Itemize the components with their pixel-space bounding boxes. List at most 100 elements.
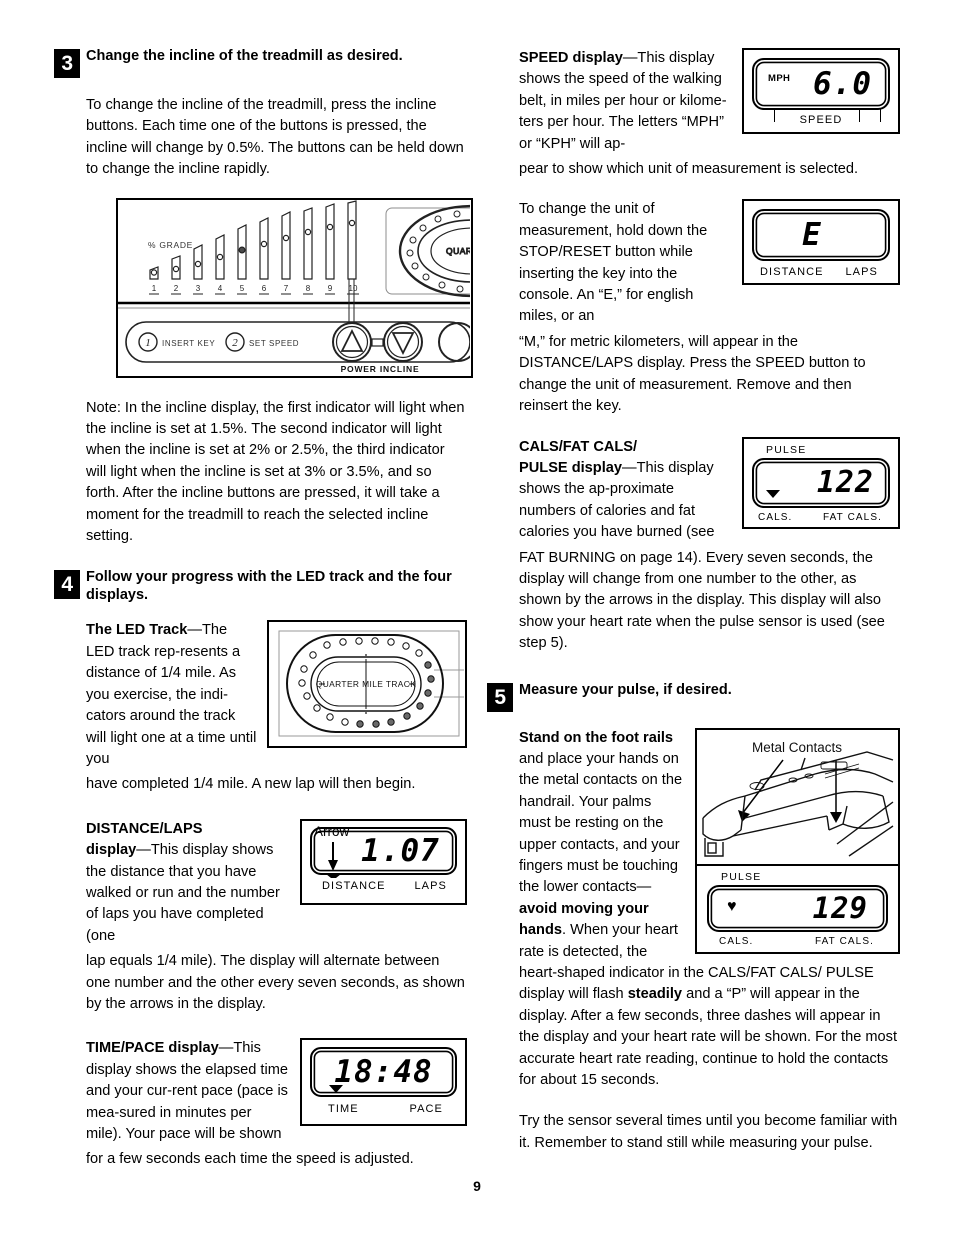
unit-change-distance-label: DISTANCE (760, 266, 824, 279)
speed-tick-far-right (879, 109, 881, 122)
unit-change-lcd: E DISTANCE LAPS (744, 201, 898, 280)
step-5-title: Measure your pulse, if desired. (519, 681, 732, 698)
svg-text:2: 2 (174, 284, 179, 293)
speed-dash: — (622, 50, 638, 66)
step-3-note: Note: In the incline display, the first … (86, 399, 465, 545)
time-pace-text-full: for a few seconds each time the speed is… (86, 1151, 414, 1168)
time-pace-section: 18:48 TIME PACE TIME/PACE display—This d… (86, 1038, 467, 1187)
cals-lcd: PULSE 122 CALS. FAT CALS. (744, 439, 898, 525)
pace-label: PACE (409, 1103, 443, 1116)
svg-text:1: 1 (152, 284, 157, 293)
time-pace-heading: TIME/PACE display (86, 1040, 219, 1057)
right-column: MPH 6.0 SPEED SPEED display—This display… (487, 48, 900, 1171)
speed-value: 6.0 (813, 66, 872, 102)
cals-text-full: FAT BURNING on page 14). Every seven sec… (519, 549, 885, 652)
pulse-lcd: PULSE ♥ 129 CALS. FAT CALS. (697, 866, 898, 949)
distance-laps-dash: — (136, 842, 151, 859)
led-track-text-wrap: The LED track rep-resents a distance of … (86, 622, 257, 767)
step-5-bold-steadily: steadily (627, 986, 683, 1003)
unit-change-value: E (802, 217, 822, 254)
step-5-bold-lead: Stand on the foot rails (519, 729, 674, 746)
svg-text:% GRADE: % GRADE (148, 240, 193, 250)
distance-laps-heading-1: DISTANCE/LAPS (86, 820, 203, 837)
pulse-figures: Metal Contacts PULSE ♥ 129 CALS. FAT CAL… (695, 727, 900, 954)
led-track-section: QUARTER MILE TRACK The LED Track—The LED… (86, 620, 467, 812)
unit-change-laps-label: LAPS (845, 266, 878, 279)
svg-text:7: 7 (284, 284, 289, 293)
svg-text:1: 1 (145, 337, 151, 349)
unit-change-section: E DISTANCE LAPS To change the unit of me… (519, 199, 900, 434)
cals-label: CALS. (758, 511, 793, 523)
led-track-svg: QUARTER MILE TRACK (278, 630, 464, 737)
time-pace-figure: 18:48 TIME PACE (300, 1038, 467, 1127)
cals-pulse-top-label: PULSE (766, 443, 807, 456)
time-pace-arrow-icon (329, 1085, 343, 1094)
step-3-body: To change the incline of the treadmill, … (86, 97, 464, 178)
svg-text:8: 8 (306, 284, 311, 293)
step-5-dash: — (636, 879, 652, 896)
speed-text-full: pear to show which unit of measurement i… (519, 161, 859, 178)
distance-laps-lcd: 1.07 Arrow DISTANCE LAPS (302, 821, 465, 894)
svg-text:5: 5 (240, 284, 245, 293)
distance-laps-figure: 1.07 Arrow DISTANCE LAPS (300, 818, 467, 905)
step-3-heading: 3 Change the incline of the treadmill as… (54, 48, 467, 78)
manual-page: 3 Change the incline of the treadmill as… (0, 0, 954, 1235)
speed-lcd: MPH 6.0 SPEED (744, 50, 898, 128)
led-track-heading: The LED Track (86, 622, 188, 639)
fat-cals-label: FAT CALS. (823, 511, 882, 523)
pulse-cals-label: CALS. (719, 935, 754, 947)
handrail-svg: Metal Contacts (702, 740, 894, 857)
pulse-section: Metal Contacts PULSE ♥ 129 CALS. FAT CAL… (519, 727, 900, 1092)
svg-text:SET SPEED: SET SPEED (249, 339, 299, 348)
led-track-dash: — (187, 622, 202, 639)
time-pace-lcd: 18:48 TIME PACE (302, 1040, 465, 1117)
step-3-number: 3 (54, 49, 80, 78)
step-5-heading: 5 Measure your pulse, if desired. (487, 682, 900, 712)
svg-text:POWER INCLINE: POWER INCLINE (341, 364, 420, 374)
svg-text:3: 3 (196, 284, 201, 293)
svg-text:4: 4 (218, 284, 223, 293)
laps-label: LAPS (414, 879, 447, 892)
arrow-callout-label: Arrow (314, 823, 350, 839)
left-column: 3 Change the incline of the treadmill as… (54, 48, 473, 1188)
speed-figure: MPH 6.0 SPEED (742, 48, 900, 134)
unit-change-figure: E DISTANCE LAPS (742, 199, 900, 286)
step-5-number: 5 (487, 682, 513, 712)
speed-tick-right (858, 109, 860, 122)
step-4-number: 4 (54, 570, 80, 600)
pulse-top-label: PULSE (721, 870, 762, 883)
pulse-fat-cals-label: FAT CALS. (815, 935, 874, 947)
distance-laps-section: 1.07 Arrow DISTANCE LAPS DISTANCE/LAPS d… (86, 818, 467, 1033)
arrow-down-icon (326, 841, 341, 878)
metal-contacts-text: Metal Contacts (752, 740, 842, 755)
cals-figure: PULSE 122 CALS. FAT CALS. (742, 436, 900, 529)
distance-laps-value: 1.07 (361, 832, 440, 869)
metal-contacts-figure: Metal Contacts (695, 727, 900, 866)
page-number: 9 (473, 1178, 481, 1194)
time-label: TIME (328, 1103, 359, 1116)
step-4-title: Follow your progress with the LED track … (86, 569, 452, 603)
speed-heading: SPEED display (519, 50, 623, 66)
speed-unit-label: MPH (768, 73, 791, 84)
console-svg: % GRADE 1 2 3 4 5 6 7 8 9 10 QUA 1 INSER… (118, 199, 470, 374)
svg-text:2: 2 (232, 337, 238, 349)
led-track-figure: QUARTER MILE TRACK (267, 620, 467, 749)
speed-section: MPH 6.0 SPEED SPEED display—This display… (519, 48, 900, 197)
distance-label: DISTANCE (322, 879, 386, 892)
svg-text:QUARTER MILE TRACK: QUARTER MILE TRACK (316, 679, 416, 689)
distance-laps-heading-2: display (86, 842, 137, 859)
step-4-heading: 4 Follow your progress with the LED trac… (54, 569, 467, 604)
cals-dash: — (622, 459, 637, 476)
step-3-title: Change the incline of the treadmill as d… (86, 48, 403, 64)
svg-text:6: 6 (262, 284, 267, 293)
step-5-text-1: and place your hands on the metal contac… (519, 750, 683, 896)
time-pace-dash: — (218, 1040, 234, 1057)
svg-text:QUART: QUART (446, 246, 470, 256)
cals-arrow-icon (766, 489, 780, 498)
cals-section: PULSE 122 CALS. FAT CALS. CALS/FAT CALS/… (519, 436, 900, 672)
cals-heading-2: PULSE display (519, 459, 622, 476)
svg-text:10: 10 (349, 284, 358, 293)
console-illustration: % GRADE 1 2 3 4 5 6 7 8 9 10 QUA 1 INSER… (116, 197, 473, 378)
pulse-display-figure: PULSE ♥ 129 CALS. FAT CALS. (695, 865, 900, 954)
distance-laps-text-full: lap equals 1/4 mile). The display will a… (86, 953, 465, 1012)
